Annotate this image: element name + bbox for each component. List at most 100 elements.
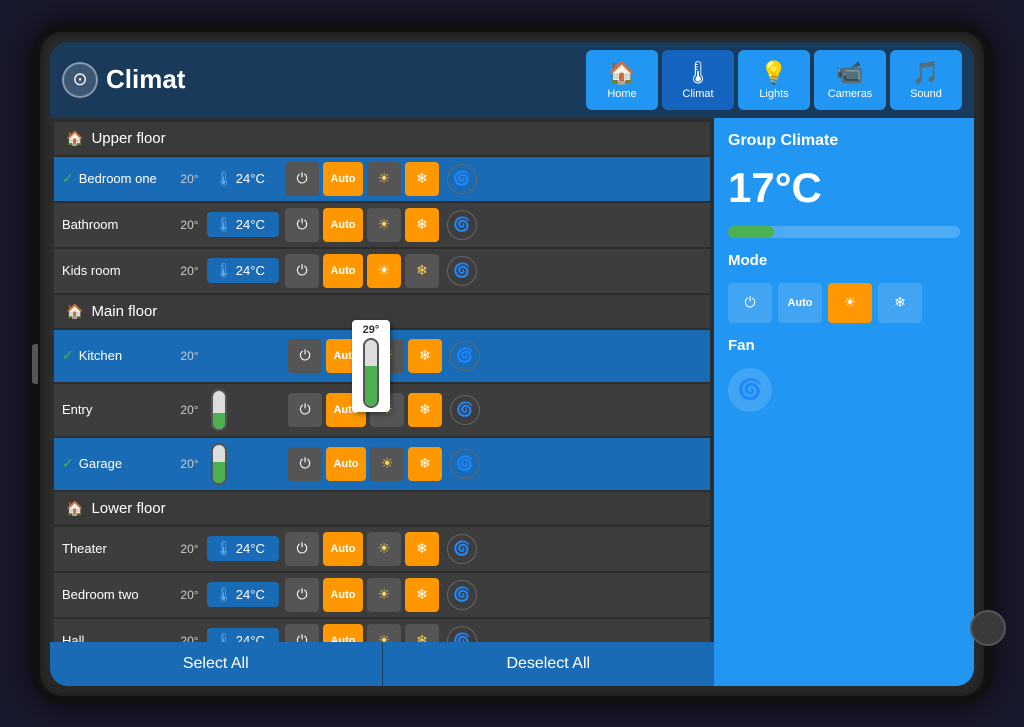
cameras-icon: 📹 — [836, 60, 863, 86]
sun-button[interactable]: ☀ — [370, 447, 404, 481]
room-name: Hall — [62, 633, 172, 642]
power-button[interactable]: ⏻ — [285, 578, 319, 612]
power-button[interactable]: ⏻ — [285, 162, 319, 196]
snow-button[interactable]: ❄ — [405, 254, 439, 288]
snow-button[interactable]: ❄ — [405, 208, 439, 242]
room-row[interactable]: ✓ Bedroom one 20° 🌡24°C ⏻ Auto ☀ ❄ 🌀 — [54, 157, 710, 201]
sun-button[interactable]: ☀ — [367, 532, 401, 566]
deselect-all-button[interactable]: Deselect All — [383, 642, 715, 686]
sun-button[interactable]: ☀ — [367, 624, 401, 642]
mode-snow-button[interactable]: ❄ — [878, 283, 922, 323]
mode-auto-button[interactable]: Auto — [778, 283, 822, 323]
nav-tab-label: Lights — [759, 88, 788, 100]
auto-button[interactable]: Auto — [323, 254, 363, 288]
therm-fill — [365, 366, 377, 406]
check-icon: ✓ — [62, 170, 74, 187]
fan-button[interactable]: 🌀 — [447, 164, 477, 194]
nav-tab-lights[interactable]: 💡Lights — [738, 50, 810, 110]
room-row[interactable]: Bathroom 20° 🌡24°C ⏻ Auto ☀ ❄ 🌀 — [54, 203, 710, 247]
back-button[interactable]: ⊙ — [62, 62, 98, 98]
room-row[interactable]: Bedroom two 20° 🌡24°C ⏻ Auto ☀ ❄ 🌀 — [54, 573, 710, 617]
fan-button[interactable]: 🌀 — [450, 341, 480, 371]
select-all-button[interactable]: Select All — [50, 642, 383, 686]
check-icon: ✓ — [62, 455, 74, 472]
thermometer-popup: 29° — [352, 320, 390, 412]
fan-button[interactable]: 🌀 — [450, 395, 480, 425]
mode-power-button[interactable]: ⏻ — [728, 283, 772, 323]
temp-bar-fill — [728, 226, 774, 238]
room-row[interactable]: Kids room 20° 🌡24°C ⏻ Auto ☀ ❄ 🌀 — [54, 249, 710, 293]
room-controls: ⏻ Auto ☀ ❄ 🌀 — [285, 624, 477, 642]
mode-sun-button[interactable]: ☀ — [828, 283, 872, 323]
thermometer-icon: 🌡 — [215, 540, 233, 557]
set-temp: 20° — [172, 634, 207, 642]
power-button[interactable]: ⏻ — [285, 254, 319, 288]
power-button[interactable]: ⏻ — [285, 532, 319, 566]
auto-button[interactable]: Auto — [323, 162, 363, 196]
nav-tab-sound[interactable]: 🎵Sound — [890, 50, 962, 110]
fan-button[interactable]: 🌀 — [447, 580, 477, 610]
floor-name: Upper floor — [91, 130, 165, 147]
room-controls: ⏻ Auto ☀ ❄ 🌀 — [285, 162, 477, 196]
set-temp: 20° — [172, 542, 207, 556]
snow-button[interactable]: ❄ — [405, 162, 439, 196]
auto-button[interactable]: Auto — [323, 578, 363, 612]
bottom-bar: Select All Deselect All — [50, 642, 714, 686]
set-temp: 20° — [172, 349, 207, 363]
room-name: ✓ Garage — [62, 455, 172, 472]
power-button[interactable]: ⏻ — [285, 624, 319, 642]
fan-button[interactable]: 🌀 — [728, 368, 772, 412]
auto-button[interactable]: Auto — [323, 532, 363, 566]
current-temp: 🌡24°C — [207, 166, 279, 191]
auto-button[interactable]: Auto — [326, 447, 366, 481]
nav-tab-home[interactable]: 🏠Home — [586, 50, 658, 110]
home-button[interactable] — [970, 610, 1006, 646]
nav-tab-cameras[interactable]: 📹 Cameras — [814, 50, 886, 110]
room-row[interactable]: Hall 20° 🌡24°C ⏻ Auto ☀ ❄ 🌀 — [54, 619, 710, 642]
group-climate-title: Group Climate — [728, 132, 960, 150]
set-temp: 20° — [172, 403, 207, 417]
fan-button[interactable]: 🌀 — [447, 534, 477, 564]
right-panel: Group Climate 17°C Mode ⏻ Auto ☀ ❄ Fan 🌀 — [714, 118, 974, 686]
power-button[interactable]: ⏻ — [285, 208, 319, 242]
mode-buttons: ⏻ Auto ☀ ❄ — [728, 283, 960, 323]
room-row[interactable]: ✓ Kitchen 20° 29° ⏻ Auto ☀ ❄ 🌀 — [54, 330, 710, 382]
room-name: ✓ Kitchen — [62, 347, 172, 364]
floor-icon: 🏠 — [66, 303, 83, 320]
power-button[interactable]: ⏻ — [288, 393, 322, 427]
snow-button[interactable]: ❄ — [408, 393, 442, 427]
sun-button[interactable]: ☀ — [367, 208, 401, 242]
sun-button[interactable]: ☀ — [367, 162, 401, 196]
floor-name: Main floor — [91, 303, 157, 320]
fan-button[interactable]: 🌀 — [450, 449, 480, 479]
nav-tab-label: Cameras — [828, 88, 873, 100]
sun-button[interactable]: ☀ — [367, 254, 401, 288]
snow-button[interactable]: ❄ — [405, 624, 439, 642]
therm-body — [363, 338, 379, 408]
fan-title: Fan — [728, 337, 960, 354]
thermometer-icon: 🌡 — [215, 632, 233, 642]
snow-button[interactable]: ❄ — [408, 339, 442, 373]
room-row[interactable]: ✓ Garage 20° ⏻ Auto ☀ ❄ 🌀 — [54, 438, 710, 490]
room-name: Bathroom — [62, 217, 172, 232]
power-button[interactable]: ⏻ — [288, 339, 322, 373]
room-name: Theater — [62, 541, 172, 556]
check-icon: ✓ — [62, 347, 74, 364]
auto-button[interactable]: Auto — [323, 624, 363, 642]
fan-button[interactable]: 🌀 — [447, 626, 477, 642]
sidebar-button[interactable] — [32, 344, 38, 384]
floor-header-lower-floor: 🏠Lower floor — [54, 492, 710, 525]
page-title: Climat — [106, 64, 578, 95]
snow-button[interactable]: ❄ — [408, 447, 442, 481]
power-button[interactable]: ⏻ — [288, 447, 322, 481]
fan-button[interactable]: 🌀 — [447, 256, 477, 286]
tablet-frame: ⊙ Climat 🏠Home🌡Climat💡Lights 📹 Cameras 🎵Sou… — [32, 24, 992, 704]
snow-button[interactable]: ❄ — [405, 532, 439, 566]
fan-button[interactable]: 🌀 — [447, 210, 477, 240]
left-panel: 🏠 Upper floor ✓ Bedroom one 20° 🌡24°C ⏻ A… — [50, 118, 714, 686]
nav-tab-climat[interactable]: 🌡Climat — [662, 50, 734, 110]
room-row[interactable]: Theater 20° 🌡24°C ⏻ Auto ☀ ❄ 🌀 — [54, 527, 710, 571]
sun-button[interactable]: ☀ — [367, 578, 401, 612]
auto-button[interactable]: Auto — [323, 208, 363, 242]
snow-button[interactable]: ❄ — [405, 578, 439, 612]
